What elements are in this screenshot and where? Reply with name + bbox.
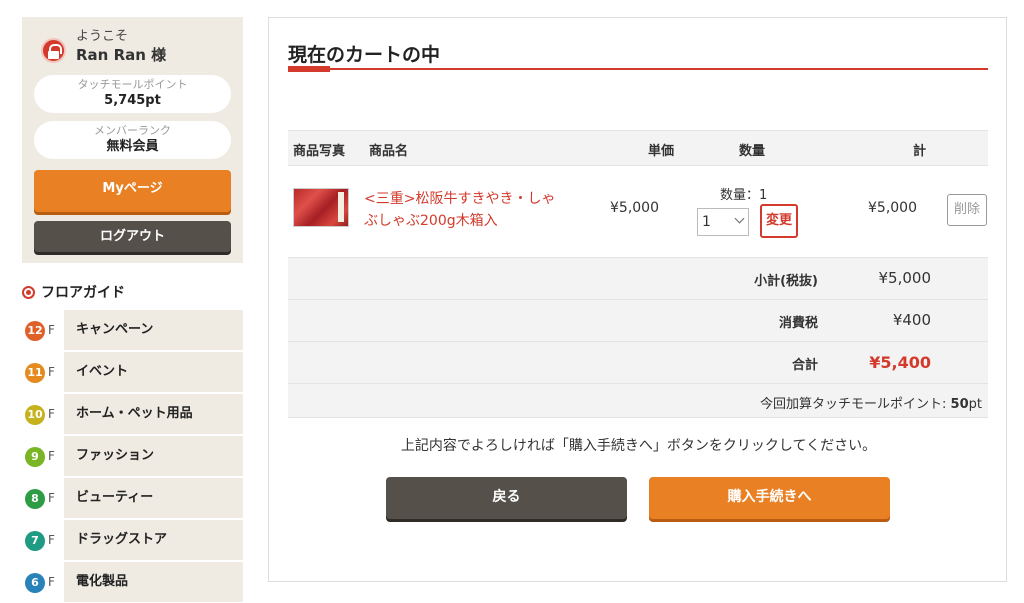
floor-badge: 12 (25, 321, 45, 341)
checkout-button[interactable]: 購入手続きへ (649, 477, 890, 519)
floor-label[interactable]: キャンペーン (64, 310, 243, 350)
floor-suffix: F (48, 323, 55, 337)
floor-badge: 7 (25, 531, 45, 551)
header-name: 商品名 (369, 144, 409, 159)
floor-suffix: F (48, 533, 55, 547)
floor-item-9[interactable]: 9 F ファッション (22, 435, 243, 477)
header-total: 計 (913, 144, 927, 159)
floor-suffix: F (48, 491, 55, 505)
page-title: 現在のカートの中 (288, 44, 441, 66)
floor-suffix: F (48, 575, 55, 589)
total-row: 合計 ¥5,400 (288, 342, 988, 384)
floor-label[interactable]: ビューティー (64, 478, 243, 518)
cart-item-row: <三重>松阪牛すきやき・しゃぶしゃぶ200g木箱入 ¥5,000 数量：1 1 … (288, 166, 988, 258)
floor-item-8[interactable]: 8 F ビューティー (22, 477, 243, 519)
checkout-notice: 上記内容でよろしければ「購入手続きへ」ボタンをクリックしてください。 (400, 438, 877, 454)
floor-item-7[interactable]: 7 F ドラッグストア (22, 519, 243, 561)
subtotal-row: 小計(税抜) ¥5,000 (288, 258, 988, 300)
points-row: 今回加算タッチモールポイント: 50pt (288, 384, 988, 418)
lock-icon (41, 38, 66, 63)
rank-value: 無料会員 (106, 139, 159, 154)
quantity-select[interactable]: 1 (697, 208, 749, 236)
product-thumbnail[interactable] (293, 188, 349, 227)
change-quantity-button[interactable]: 変更 (760, 204, 798, 238)
title-accent (288, 66, 330, 72)
floor-guide-label: フロアガイド (41, 285, 125, 301)
quantity-label: 数量：1 (720, 188, 768, 203)
user-name: Ran Ran 様 (76, 46, 167, 64)
points-pill: タッチモールポイント 5,745pt (34, 75, 231, 113)
floor-suffix: F (48, 365, 55, 379)
floor-badge: 11 (25, 363, 45, 383)
tax-value: ¥400 (892, 311, 931, 329)
mypage-button[interactable]: Myページ (34, 170, 231, 212)
header-unit-price: 単価 (648, 144, 675, 159)
unit-price: ¥5,000 (610, 200, 659, 216)
subtotal-value: ¥5,000 (878, 269, 932, 287)
floor-item-12[interactable]: 12 F キャンペーン (22, 309, 243, 351)
floor-item-6[interactable]: 6 F 電化製品 (22, 561, 243, 603)
back-button[interactable]: 戻る (386, 477, 627, 519)
earned-points-label: 今回加算タッチモールポイント: (760, 397, 947, 412)
floor-label[interactable]: ホーム・ペット用品 (64, 394, 243, 434)
floor-label[interactable]: ファッション (64, 436, 243, 476)
floor-item-10[interactable]: 10 F ホーム・ペット用品 (22, 393, 243, 435)
earned-points-unit: pt (968, 397, 982, 412)
earned-points-value: 50 (950, 397, 969, 412)
points-label: タッチモールポイント (77, 78, 188, 91)
floor-badge: 6 (25, 573, 45, 593)
points-value: 5,745pt (104, 93, 161, 108)
floor-badge: 8 (25, 489, 45, 509)
product-name-link[interactable]: <三重>松阪牛すきやき・しゃぶしゃぶ200g木箱入 (364, 188, 564, 232)
logout-button[interactable]: ログアウト (34, 221, 231, 252)
floor-label[interactable]: イベント (64, 352, 243, 392)
subtotal-label: 小計(税抜) (754, 274, 818, 289)
rank-label: メンバーランク (94, 124, 171, 137)
header-quantity: 数量 (739, 144, 766, 159)
target-icon (22, 286, 35, 299)
total-label: 合計 (791, 358, 818, 373)
sidebar: ようこそ Ran Ran 様 タッチモールポイント 5,745pt メンバーラン… (22, 17, 243, 602)
floor-suffix: F (48, 407, 55, 421)
header-photo: 商品写真 (293, 144, 346, 159)
floor-list: 12 F キャンペーン 11 F イベント 10 F ホーム・ペット用品 9 F… (22, 309, 243, 603)
rank-pill: メンバーランク 無料会員 (34, 121, 231, 159)
cart-panel: 現在のカートの中 商品写真 商品名 単価 数量 計 <三重>松阪牛すきやき・しゃ… (268, 17, 1007, 582)
floor-badge: 9 (25, 447, 45, 467)
floor-suffix: F (48, 449, 55, 463)
total-value: ¥5,400 (869, 353, 931, 372)
floor-guide-title: フロアガイド (22, 282, 125, 302)
welcome-text: ようこそ (76, 29, 129, 44)
tax-label: 消費税 (778, 316, 818, 331)
title-divider (288, 68, 988, 70)
tax-row: 消費税 ¥400 (288, 300, 988, 342)
floor-label[interactable]: ドラッグストア (64, 520, 243, 560)
chevron-down-icon (734, 213, 745, 224)
user-panel: ようこそ Ran Ran 様 タッチモールポイント 5,745pt メンバーラン… (22, 17, 243, 263)
earned-points: 今回加算タッチモールポイント: 50pt (760, 393, 982, 412)
floor-badge: 10 (25, 405, 45, 425)
item-total: ¥5,000 (868, 200, 917, 216)
floor-label[interactable]: 電化製品 (64, 562, 243, 602)
delete-item-button[interactable]: 削除 (947, 194, 987, 226)
quantity-value: 1 (702, 214, 711, 230)
floor-item-11[interactable]: 11 F イベント (22, 351, 243, 393)
cart-table-header: 商品写真 商品名 単価 数量 計 (288, 130, 988, 166)
